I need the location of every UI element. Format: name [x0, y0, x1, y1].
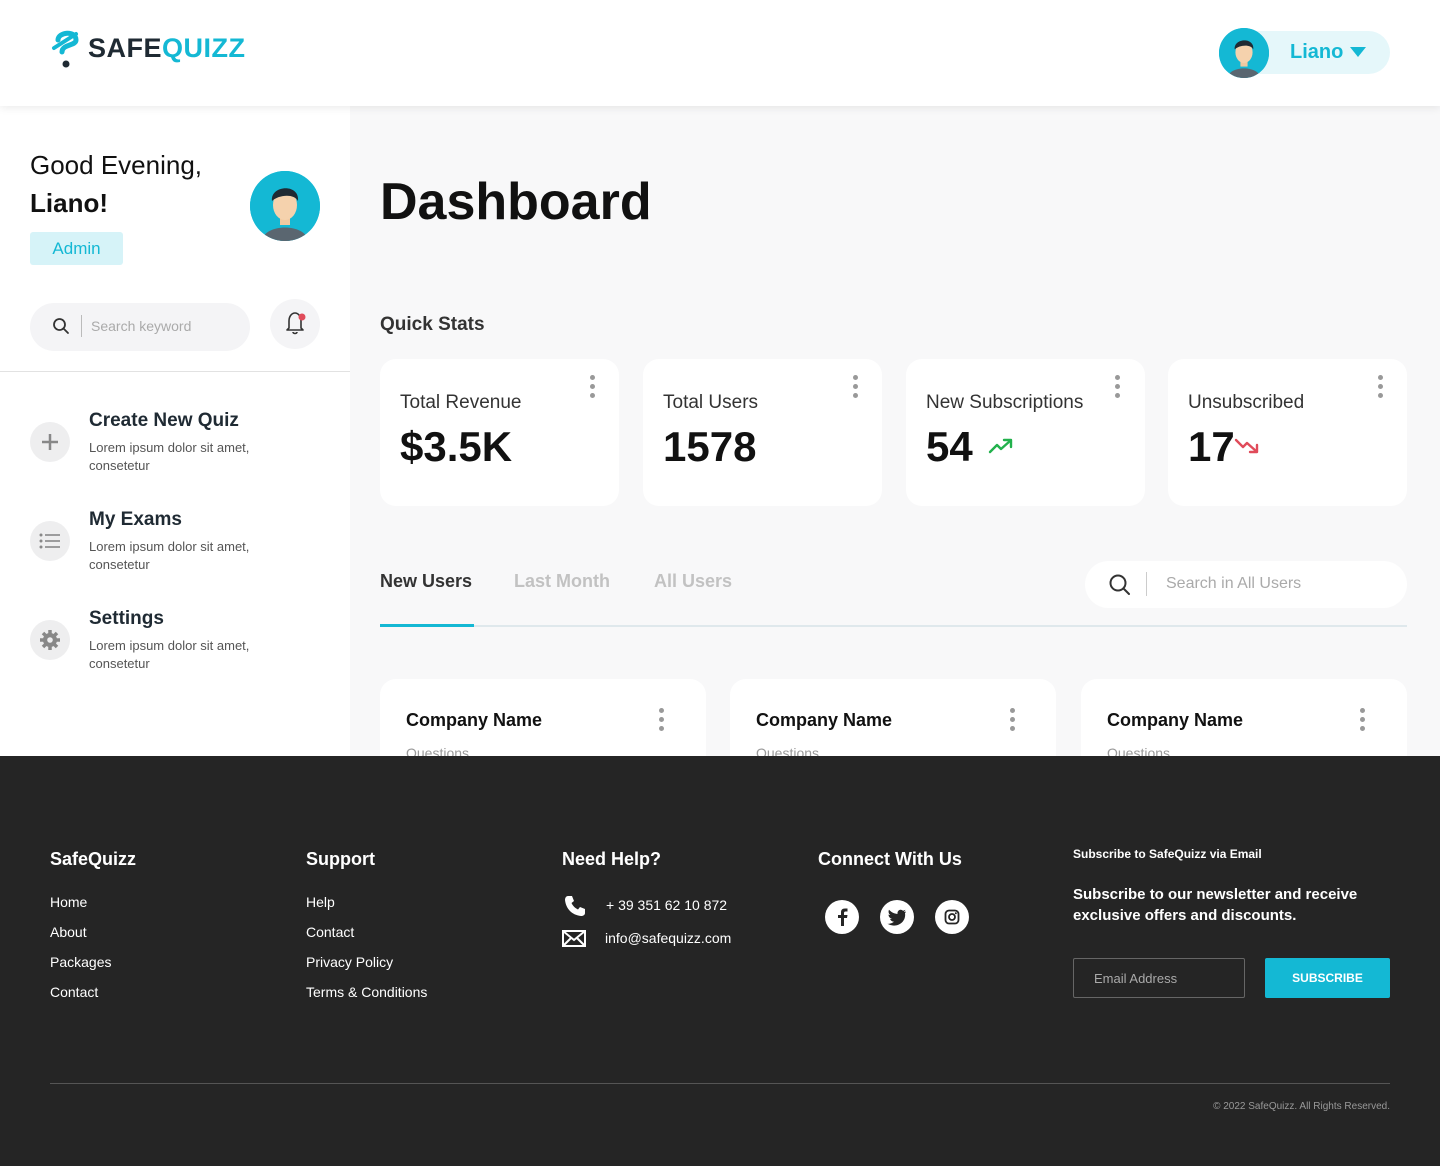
- more-options-icon[interactable]: [659, 708, 665, 731]
- logo[interactable]: SAFEQUIZZ: [50, 26, 246, 70]
- stat-value: 17: [1188, 423, 1235, 470]
- sidebar-item-title: Create New Quiz: [89, 410, 239, 431]
- stat-card-revenue: Total Revenue $3.5K: [380, 359, 619, 506]
- tab-divider: [380, 625, 1407, 627]
- sidebar-item-create-quiz[interactable]: Create New Quiz Lorem ipsum dolor sit am…: [30, 410, 330, 480]
- footer-link-home[interactable]: Home: [50, 894, 87, 910]
- more-options-icon[interactable]: [1378, 375, 1384, 398]
- logo-icon: [52, 30, 79, 68]
- search-divider: [1146, 572, 1147, 596]
- search-divider: [81, 315, 82, 337]
- stat-card-new-subscriptions: New Subscriptions 54: [906, 359, 1145, 506]
- footer-divider: [50, 1083, 1390, 1084]
- subscribe-button[interactable]: SUBSCRIBE: [1265, 958, 1390, 998]
- list-icon: [30, 521, 70, 561]
- more-options-icon[interactable]: [853, 375, 859, 398]
- chevron-down-icon[interactable]: [1350, 47, 1366, 57]
- sidebar-item-my-exams[interactable]: My Exams Lorem ipsum dolor sit amet, con…: [30, 509, 330, 579]
- role-badge: Admin: [30, 232, 123, 265]
- footer-link-contact[interactable]: Contact: [306, 924, 354, 940]
- search-icon: [53, 318, 69, 334]
- footer-link-contact[interactable]: Contact: [50, 984, 98, 1000]
- gear-icon: [30, 620, 70, 660]
- stat-value: $3.5K: [400, 423, 513, 470]
- bell-icon: [286, 312, 306, 335]
- footer-heading: Need Help?: [562, 849, 662, 869]
- avatar[interactable]: [250, 171, 320, 241]
- greeting-name: Liano!: [30, 188, 108, 218]
- more-options-icon[interactable]: [1360, 708, 1366, 731]
- instagram-icon[interactable]: [935, 900, 969, 934]
- subscribe-text: Subscribe to our newsletter and receive …: [1073, 886, 1358, 924]
- stat-label: Unsubscribed: [1188, 392, 1305, 413]
- footer-link-packages[interactable]: Packages: [50, 954, 111, 970]
- logo-text: SAFEQUIZZ: [88, 32, 246, 63]
- trend-up-icon: [988, 438, 1013, 454]
- company-name: Company Name: [1107, 710, 1244, 730]
- notification-button[interactable]: [270, 299, 320, 349]
- sidebar-divider: [0, 371, 350, 372]
- tab-new-users[interactable]: New Users: [380, 571, 472, 592]
- footer-link-help[interactable]: Help: [306, 894, 335, 910]
- footer-heading: SafeQuizz: [50, 849, 137, 869]
- stat-value: 1578: [663, 423, 757, 470]
- footer-link-about[interactable]: About: [50, 924, 87, 940]
- company-name: Company Name: [406, 710, 543, 730]
- subscribe-heading: Subscribe to SafeQuizz via Email: [1073, 847, 1262, 861]
- stat-label: New Subscriptions: [926, 392, 1084, 413]
- footer: SafeQuizz Home About Packages Contact Su…: [0, 756, 1440, 1166]
- company-name: Company Name: [756, 710, 893, 730]
- footer-email[interactable]: info@safequizz.com: [605, 930, 731, 946]
- footer-heading: Connect With Us: [818, 849, 962, 869]
- sidebar-item-settings[interactable]: Settings Lorem ipsum dolor sit amet, con…: [30, 608, 330, 678]
- stat-value: 54: [926, 423, 973, 470]
- footer-link-privacy[interactable]: Privacy Policy: [306, 954, 393, 970]
- email-field[interactable]: Email Address: [1073, 958, 1245, 998]
- avatar[interactable]: [1219, 28, 1269, 78]
- active-tab-indicator: [380, 624, 474, 627]
- user-name[interactable]: Liano: [1290, 41, 1343, 64]
- stat-card-users: Total Users 1578: [643, 359, 882, 506]
- footer-phone[interactable]: + 39 351 62 10 872: [606, 897, 727, 913]
- facebook-icon[interactable]: [825, 900, 859, 934]
- mail-icon: [562, 930, 586, 947]
- phone-icon: [565, 896, 585, 916]
- more-options-icon[interactable]: [590, 375, 596, 398]
- sidebar-item-desc: Lorem ipsum dolor sit amet, consetetur: [89, 440, 250, 473]
- copyright: © 2022 SafeQuizz. All Rights Reserved.: [1213, 1101, 1390, 1112]
- tab-last-month[interactable]: Last Month: [514, 571, 610, 592]
- trend-down-icon: [1234, 438, 1259, 454]
- plus-icon: [30, 422, 70, 462]
- sidebar-item-desc: Lorem ipsum dolor sit amet, consetetur: [89, 638, 250, 671]
- more-options-icon[interactable]: [1010, 708, 1016, 731]
- footer-heading: Support: [306, 849, 375, 869]
- tab-all-users[interactable]: All Users: [654, 571, 732, 592]
- footer-link-terms[interactable]: Terms & Conditions: [306, 984, 427, 1000]
- sidebar-item-desc: Lorem ipsum dolor sit amet, consetetur: [89, 539, 250, 572]
- search-placeholder: Search keyword: [91, 318, 192, 334]
- sidebar-item-title: Settings: [89, 608, 164, 629]
- more-options-icon[interactable]: [1115, 375, 1121, 398]
- search-icon: [1109, 574, 1130, 595]
- quick-stats-heading: Quick Stats: [380, 314, 485, 335]
- page-title: Dashboard: [380, 173, 652, 231]
- stat-label: Total Revenue: [400, 392, 522, 413]
- twitter-icon[interactable]: [880, 900, 914, 934]
- sidebar-item-title: My Exams: [89, 509, 182, 530]
- stat-label: Total Users: [663, 392, 759, 413]
- greeting: Good Evening,: [30, 150, 203, 180]
- stat-card-unsubscribed: Unsubscribed 17: [1168, 359, 1407, 506]
- search-placeholder: Search in All Users: [1166, 575, 1302, 592]
